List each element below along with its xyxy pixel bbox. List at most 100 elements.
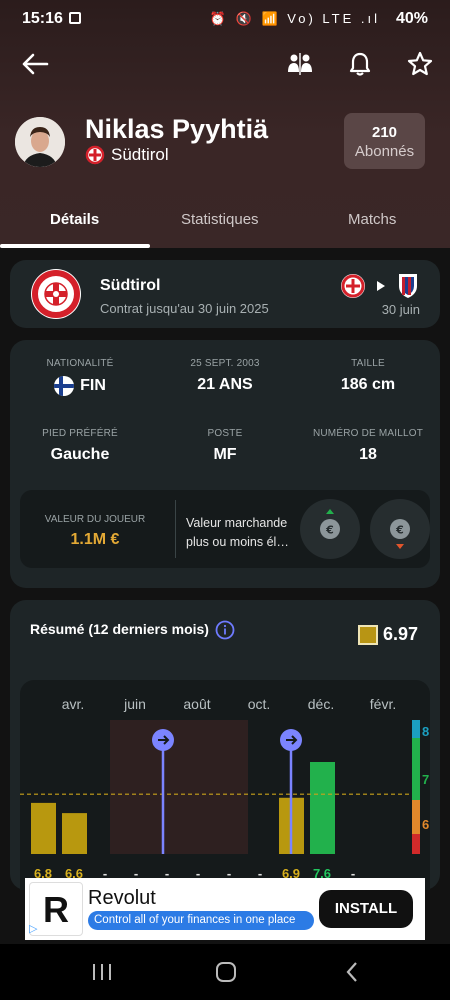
nationality-label: NATIONALITÉ	[46, 358, 114, 369]
summary-card: Résumé (12 derniers mois) 6.97 avr. juin a…	[10, 600, 440, 890]
from-club-logo-icon	[341, 274, 365, 298]
ad-banner[interactable]: R ▷ Revolut Control all of your finances…	[25, 878, 425, 940]
vote-higher-button[interactable]: €	[300, 499, 360, 559]
info-icon[interactable]	[215, 620, 235, 640]
svg-text:€: €	[395, 524, 404, 537]
transfer-date: 30 juin	[381, 302, 420, 317]
preferred-foot-value: Gauche	[50, 446, 110, 463]
nationality-value: FIN	[80, 377, 106, 394]
loan-period-highlight	[110, 720, 248, 854]
recent-apps-icon	[93, 964, 111, 980]
arrow-left-icon	[22, 53, 49, 75]
back-button[interactable]	[17, 46, 53, 82]
market-value-box: VALEUR DU JOUEUR 1.1M € Valeur marchande…	[20, 490, 430, 568]
player-club[interactable]: Südtirol	[85, 145, 169, 165]
month-label: juin	[123, 696, 146, 712]
favorite-button[interactable]	[402, 46, 438, 82]
scale-segment	[412, 738, 420, 800]
chevron-left-icon	[346, 962, 357, 982]
position-label: POSTE	[207, 428, 243, 439]
euro-down-icon: €	[390, 519, 410, 549]
player-header: 15:16 ⏰ 🔇 📶 Vo) LTE .ıl 40% Niklas Pyyht…	[0, 0, 450, 248]
position-value: MF	[213, 446, 237, 463]
month-label: avr.	[62, 696, 85, 712]
finland-flag-icon	[54, 376, 75, 396]
notifications-button[interactable]	[342, 46, 378, 82]
scale-label: 7	[422, 772, 429, 787]
status-time: 15:16	[22, 10, 63, 27]
rating-bar	[31, 802, 56, 854]
vote-lower-button[interactable]: €	[370, 499, 430, 559]
system-nav-bar	[0, 944, 450, 1000]
rating-chart[interactable]: avr. juin août oct. déc. févr. 8 7 6 6.8 6.6- - - - - -…	[20, 680, 430, 890]
month-label: oct.	[248, 696, 271, 712]
summary-title: Résumé (12 derniers mois)	[30, 621, 209, 637]
scale-segment	[412, 800, 420, 834]
top-app-bar	[0, 44, 450, 84]
club-name: Südtirol	[111, 145, 169, 164]
preferred-foot-label: PIED PRÉFÉRÉ	[42, 428, 118, 439]
transfer-info	[340, 272, 420, 300]
tab-statistics[interactable]: Statistiques	[181, 211, 259, 228]
ad-title: Revolut	[88, 887, 156, 909]
followers-count: 210	[371, 124, 398, 141]
contract-until: Contrat jusqu'au 30 juin 2025	[100, 301, 269, 316]
details-content[interactable]: Südtirol Contrat jusqu'au 30 juin 2025 3…	[0, 248, 450, 890]
height-field: TAILLE 186 cm	[298, 358, 438, 394]
club-crest-icon	[31, 269, 81, 319]
home-button[interactable]	[211, 958, 241, 986]
followers-box[interactable]: 210 Abonnés	[344, 113, 425, 169]
market-value: 1.1M €	[70, 531, 120, 548]
tab-details[interactable]: Détails	[50, 211, 99, 228]
shirt-number-label: NUMÉRO DE MAILLOT	[312, 428, 424, 439]
height-value: 186 cm	[340, 376, 396, 393]
nationality-field: NATIONALITÉ FIN	[10, 358, 150, 396]
home-icon	[216, 962, 236, 982]
back-nav-button[interactable]	[337, 958, 367, 986]
market-value-label: VALEUR DU JOUEUR	[44, 514, 146, 525]
compare-icon	[288, 53, 312, 75]
compare-button[interactable]	[282, 46, 318, 82]
ad-tagline: Control all of your finances in one plac…	[88, 911, 314, 930]
shirt-number-field: NUMÉRO DE MAILLOT 18	[298, 428, 438, 464]
player-avatar	[15, 117, 65, 167]
rating-bar	[62, 813, 87, 854]
scale-segment	[412, 834, 420, 854]
install-button[interactable]: INSTALL	[319, 890, 413, 928]
divider	[175, 500, 176, 558]
position-field: POSTE MF	[155, 428, 295, 464]
bell-icon	[349, 52, 371, 76]
scale-segment	[412, 720, 420, 738]
svg-text:€: €	[325, 524, 334, 537]
average-rating: 6.97	[383, 624, 419, 644]
contract-card[interactable]: Südtirol Contrat jusqu'au 30 juin 2025 3…	[10, 260, 440, 328]
month-label: févr.	[370, 696, 396, 712]
club-logo-icon	[85, 145, 105, 165]
tab-bar: Détails Statistiques Matchs	[0, 200, 450, 248]
average-rating-swatch	[358, 625, 378, 645]
age-field: 25 SEPT. 2003 21 ANS	[155, 358, 295, 394]
rating-chart-svg: avr. juin août oct. déc. févr.8766.8 6.6- - - - - -…	[20, 696, 429, 881]
battery-level: 40%	[395, 10, 428, 27]
status-icons: ⏰ 🔇 📶 Vo) LTE .ıl	[209, 11, 380, 26]
shirt-number-value: 18	[359, 446, 377, 463]
rating-bar	[310, 762, 335, 854]
scale-label: 6	[422, 817, 429, 832]
to-club-logo-icon	[399, 274, 417, 298]
transfer-arrow-icon	[377, 281, 385, 291]
birth-date-label: 25 SEPT. 2003	[190, 358, 260, 369]
age-value: 21 ANS	[197, 376, 253, 393]
player-info-card: NATIONALITÉ FIN 25 SEPT. 2003 21 ANS TAI…	[10, 340, 440, 588]
player-name: Niklas Pyyhtiä	[85, 114, 269, 144]
scale-label: 8	[422, 724, 429, 739]
adchoices-icon[interactable]: ▷	[29, 922, 43, 936]
preferred-foot-field: PIED PRÉFÉRÉ Gauche	[10, 428, 150, 464]
tab-matches[interactable]: Matchs	[348, 211, 396, 228]
star-icon	[407, 51, 433, 76]
status-bar: 15:16 ⏰ 🔇 📶 Vo) LTE .ıl 40%	[0, 0, 450, 40]
followers-label: Abonnés	[354, 143, 415, 160]
month-label: août	[183, 696, 210, 712]
nfc-icon	[69, 12, 81, 24]
recent-apps-button[interactable]	[87, 958, 117, 986]
height-label: TAILLE	[351, 358, 385, 369]
